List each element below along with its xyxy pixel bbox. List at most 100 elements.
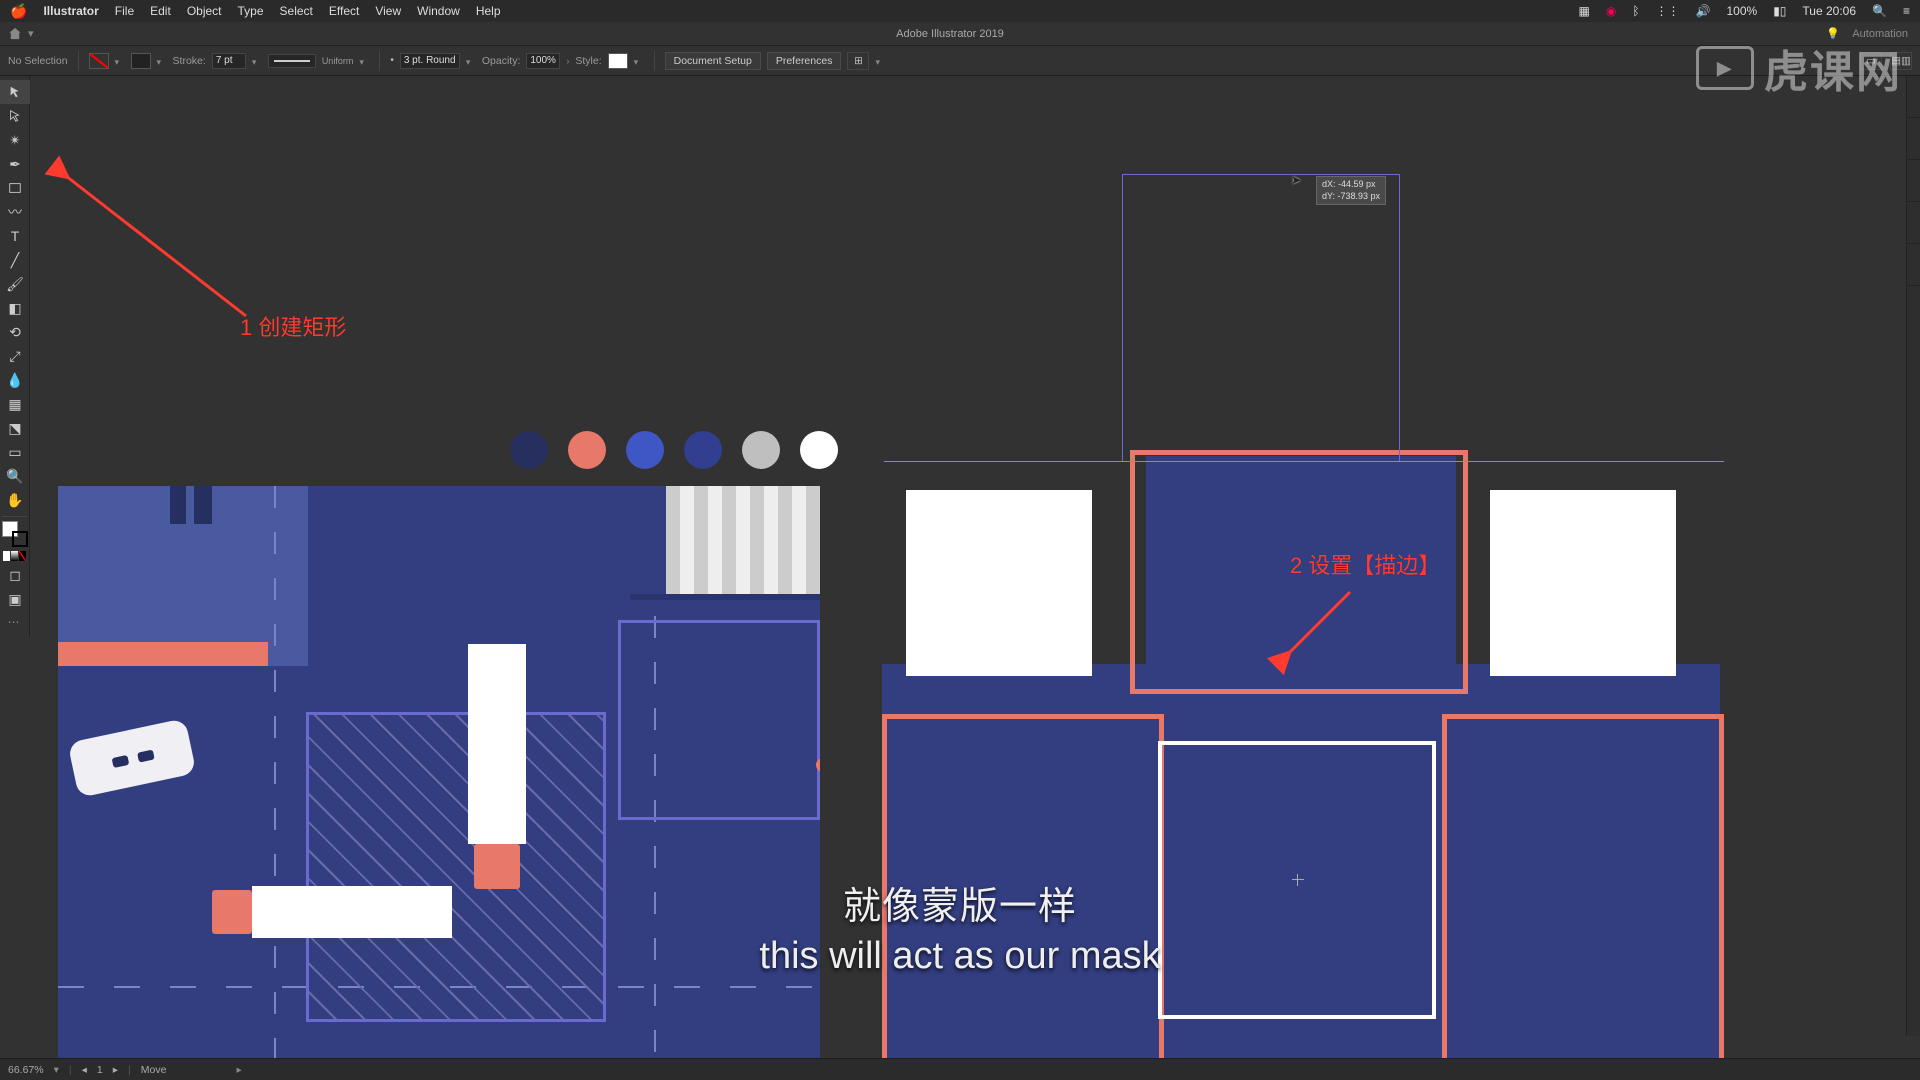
control-bar: No Selection Stroke: Uniform • Opacity: … — [0, 46, 1920, 76]
tray-wifi-icon[interactable]: ⋮⋮ — [1656, 4, 1680, 18]
hand-tool[interactable]: ✋ — [0, 488, 30, 512]
style-label: Style: — [575, 55, 601, 67]
menu-object[interactable]: Object — [187, 4, 222, 18]
menu-file[interactable]: File — [115, 4, 134, 18]
truck-shape — [212, 886, 452, 938]
magic-wand-tool[interactable]: ✴ — [0, 128, 30, 152]
draw-mode-icon[interactable]: ◻ — [0, 563, 30, 587]
rotate-tool[interactable]: ⟲ — [0, 320, 30, 344]
menu-edit[interactable]: Edit — [150, 4, 171, 18]
drag-preview-rect — [1122, 174, 1400, 462]
swatch-5[interactable] — [742, 431, 780, 469]
watermark: ▶ 虎课网 — [1696, 36, 1902, 100]
white-square-right[interactable] — [1490, 490, 1676, 676]
selection-tool[interactable] — [0, 80, 30, 104]
fill-stroke-indicator[interactable] — [2, 521, 28, 547]
panel-tab-5[interactable] — [1907, 244, 1920, 286]
artboard-number[interactable]: 1 — [97, 1064, 103, 1076]
subtitle-en: this will act as our mask — [759, 935, 1160, 978]
tray-battery[interactable]: 100% — [1727, 4, 1758, 18]
zoom-tool[interactable]: 🔍 — [0, 464, 30, 488]
panel-tab-2[interactable] — [1907, 118, 1920, 160]
artboard-tool[interactable]: ▭ — [0, 440, 30, 464]
parking-hatch — [306, 712, 606, 1022]
panel-tab-1[interactable] — [1907, 76, 1920, 118]
scale-tool[interactable]: ⤢ — [0, 344, 30, 368]
status-next-icon[interactable]: ▸ — [236, 1064, 241, 1076]
menu-select[interactable]: Select — [280, 4, 313, 18]
stroke-weight-input[interactable] — [212, 53, 246, 69]
stroke-profile-dropdown-icon[interactable] — [359, 56, 369, 66]
tray-grid-icon[interactable]: ▦ — [1579, 4, 1590, 18]
menu-window[interactable]: Window — [417, 4, 460, 18]
menu-help[interactable]: Help — [476, 4, 501, 18]
brush-dropdown-icon[interactable] — [466, 56, 476, 66]
smart-guide-dx: dX: -44.59 px — [1322, 179, 1376, 189]
app-name[interactable]: Illustrator — [43, 4, 98, 18]
subtitle-cn: 就像蒙版一样 — [843, 875, 1077, 930]
swatch-1[interactable] — [510, 431, 548, 469]
zoom-dropdown-icon[interactable]: ▾ — [54, 1064, 59, 1076]
fill-dropdown-icon[interactable] — [115, 56, 125, 66]
type-tool[interactable]: T — [0, 224, 30, 248]
edit-toolbar-icon[interactable]: ⋯ — [0, 611, 29, 633]
tray-volume-icon[interactable]: 🔊 — [1696, 4, 1711, 18]
stroke-weight-dropdown-icon[interactable] — [252, 56, 262, 66]
color-mode-swatches[interactable] — [3, 551, 27, 561]
style-dropdown-icon[interactable] — [634, 56, 644, 66]
align-dropdown-icon[interactable] — [875, 56, 885, 66]
smart-guide-dy: dY: -738.93 px — [1322, 191, 1380, 201]
panel-tab-4[interactable] — [1907, 202, 1920, 244]
mask-rect-right[interactable] — [1442, 714, 1724, 1058]
pen-tool[interactable]: ✒ — [0, 152, 30, 176]
panel-tab-3[interactable] — [1907, 160, 1920, 202]
artboard-next-icon[interactable]: ▸ — [113, 1064, 118, 1076]
graphic-style-swatch[interactable] — [608, 53, 628, 69]
rectangle-tool[interactable] — [0, 176, 30, 200]
stroke-swatch[interactable] — [131, 53, 151, 69]
artboard-prev-icon[interactable]: ◂ — [82, 1064, 87, 1076]
right-panel-strip[interactable] — [1906, 76, 1920, 1036]
swatch-6[interactable] — [800, 431, 838, 469]
tray-menu-icon[interactable]: ≡ — [1903, 4, 1910, 18]
screen-mode-icon[interactable]: ▣ — [0, 587, 30, 611]
document-setup-button[interactable]: Document Setup — [665, 52, 761, 70]
tray-search-icon[interactable]: 🔍 — [1872, 4, 1887, 18]
stroke-profile-preview[interactable] — [268, 54, 316, 68]
menu-type[interactable]: Type — [238, 4, 264, 18]
shape-builder-tool[interactable]: ⬔ — [0, 416, 30, 440]
eraser-tool[interactable]: ◧ — [0, 296, 30, 320]
line-tool[interactable]: ╱ — [0, 248, 30, 272]
opacity-input[interactable] — [526, 53, 560, 69]
truck-shape — [468, 644, 526, 889]
tray-clock[interactable]: Tue 20:06 — [1802, 4, 1856, 18]
swatch-4[interactable] — [684, 431, 722, 469]
stroke-label: Stroke: — [173, 55, 206, 67]
road-marking — [274, 486, 276, 1058]
tray-bluetooth-icon[interactable]: ᛒ — [1632, 4, 1639, 18]
tab-dropdown-icon[interactable]: ▾ — [28, 27, 34, 40]
apple-menu-icon[interactable]: 🍎 — [10, 3, 27, 20]
swatch-2[interactable] — [568, 431, 606, 469]
stroke-dropdown-icon[interactable] — [157, 56, 167, 66]
tray-battery-icon[interactable]: ▮▯ — [1773, 4, 1786, 18]
menu-effect[interactable]: Effect — [329, 4, 359, 18]
gradient-tool[interactable]: ▦ — [0, 392, 30, 416]
zoom-level[interactable]: 66.67% — [8, 1064, 44, 1076]
white-square-left[interactable] — [906, 490, 1092, 676]
smart-guide-horizontal — [884, 461, 1724, 462]
fill-swatch[interactable] — [89, 53, 109, 69]
paintbrush-tool[interactable]: 🖌 — [0, 272, 30, 296]
align-icon[interactable]: ⊞ — [847, 52, 869, 70]
brush-preset-input[interactable] — [400, 53, 460, 69]
direct-selection-tool[interactable] — [0, 104, 30, 128]
watermark-text: 虎课网 — [1764, 36, 1902, 100]
eyedropper-tool[interactable]: 💧 — [0, 368, 30, 392]
curvature-tool[interactable]: 〰 — [0, 200, 30, 224]
preferences-button[interactable]: Preferences — [767, 52, 842, 70]
tool-panel: ✴ ✒ 〰 T ╱ 🖌 ◧ ⟲ ⤢ 💧 ▦ ⬔ ▭ 🔍 ✋ ◻ ▣ ⋯ — [0, 76, 30, 637]
menu-view[interactable]: View — [375, 4, 401, 18]
tray-cc-icon[interactable]: ◉ — [1606, 4, 1616, 18]
swatch-3[interactable] — [626, 431, 664, 469]
home-icon[interactable] — [8, 27, 22, 41]
